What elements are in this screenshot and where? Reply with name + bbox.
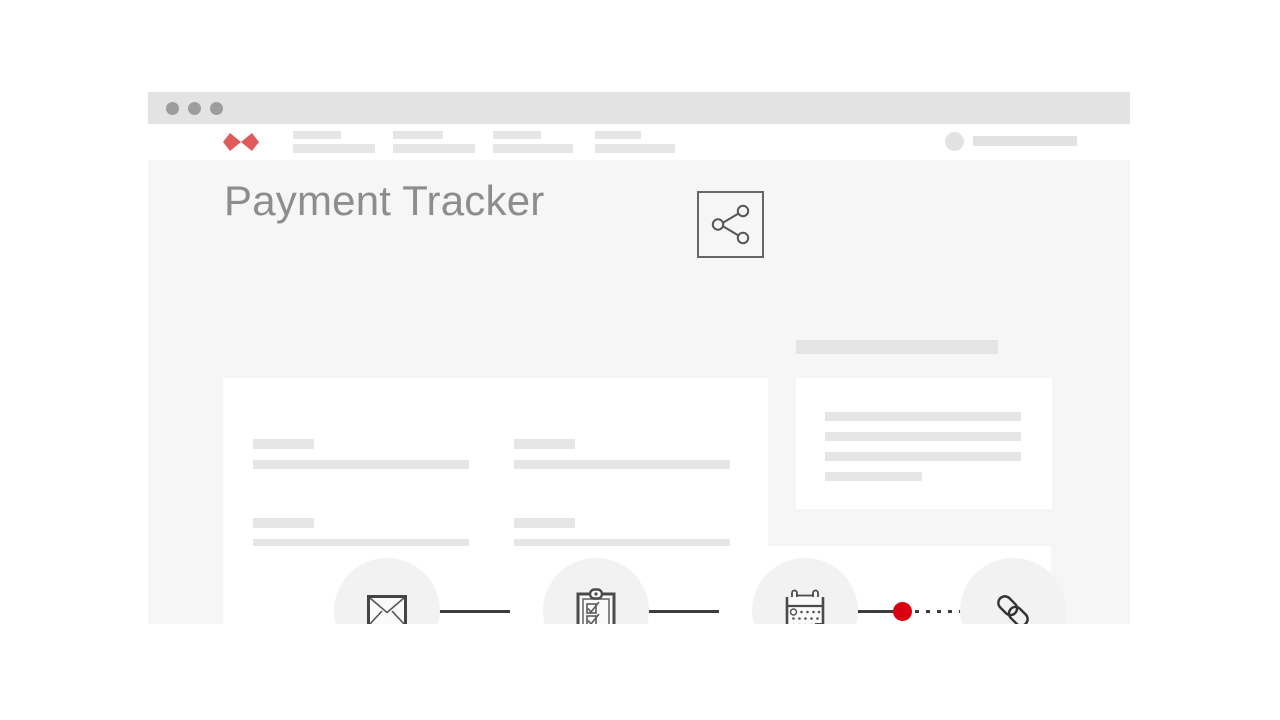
share-nodes-icon [711, 204, 750, 245]
text-line-placeholder-short [825, 472, 922, 481]
page-body: Payment Tracker [148, 160, 1130, 624]
nav-item-bottom-bar [595, 144, 675, 153]
browser-titlebar [148, 92, 1130, 124]
account-name-placeholder [973, 136, 1077, 146]
field-value-placeholder [514, 460, 730, 469]
summary-card [796, 378, 1052, 509]
nav-item-3[interactable] [493, 131, 573, 153]
site-navbar [148, 124, 1130, 160]
window-close-dot[interactable] [166, 102, 179, 115]
nav-item-bottom-bar [293, 144, 375, 153]
field-label-placeholder [253, 439, 314, 449]
step-icon-circle [960, 558, 1066, 624]
envelope-icon [367, 595, 407, 624]
calendar-icon [785, 589, 825, 624]
nav-item-top-bar [595, 131, 641, 139]
clipboard-check-icon [576, 588, 616, 624]
step-icon-circle [543, 558, 649, 624]
text-line-placeholder [825, 432, 1021, 441]
field-value-placeholder [253, 460, 469, 469]
nav-item-bottom-bar [393, 144, 475, 153]
user-avatar[interactable] [945, 132, 964, 151]
field-label-placeholder [514, 439, 575, 449]
nav-item-bottom-bar [493, 144, 573, 153]
screenshot-canvas: Payment Tracker [0, 0, 1280, 720]
payment-tracker-steps: Receive link [223, 546, 1066, 624]
window-minimize-dot[interactable] [188, 102, 201, 115]
nav-item-2[interactable] [393, 131, 475, 153]
nav-item-top-bar [493, 131, 541, 139]
hsbc-hexagon-logo[interactable] [223, 131, 259, 153]
chain-link-icon [997, 595, 1029, 624]
share-button[interactable] [697, 191, 764, 258]
window-maximize-dot[interactable] [210, 102, 223, 115]
progress-indicator-dot [893, 602, 912, 621]
subtitle-placeholder [796, 340, 998, 354]
field-label-placeholder [514, 518, 575, 528]
browser-window: Payment Tracker [148, 92, 1130, 624]
nav-item-top-bar [393, 131, 443, 139]
step-icon-circle [752, 558, 858, 624]
field-label-placeholder [253, 518, 314, 528]
step-icon-circle [334, 558, 440, 624]
nav-item-1[interactable] [293, 131, 375, 153]
text-line-placeholder [825, 412, 1021, 421]
page-title: Payment Tracker [224, 177, 545, 224]
nav-item-4[interactable] [595, 131, 675, 153]
text-line-placeholder [825, 452, 1021, 461]
nav-item-top-bar [293, 131, 341, 139]
